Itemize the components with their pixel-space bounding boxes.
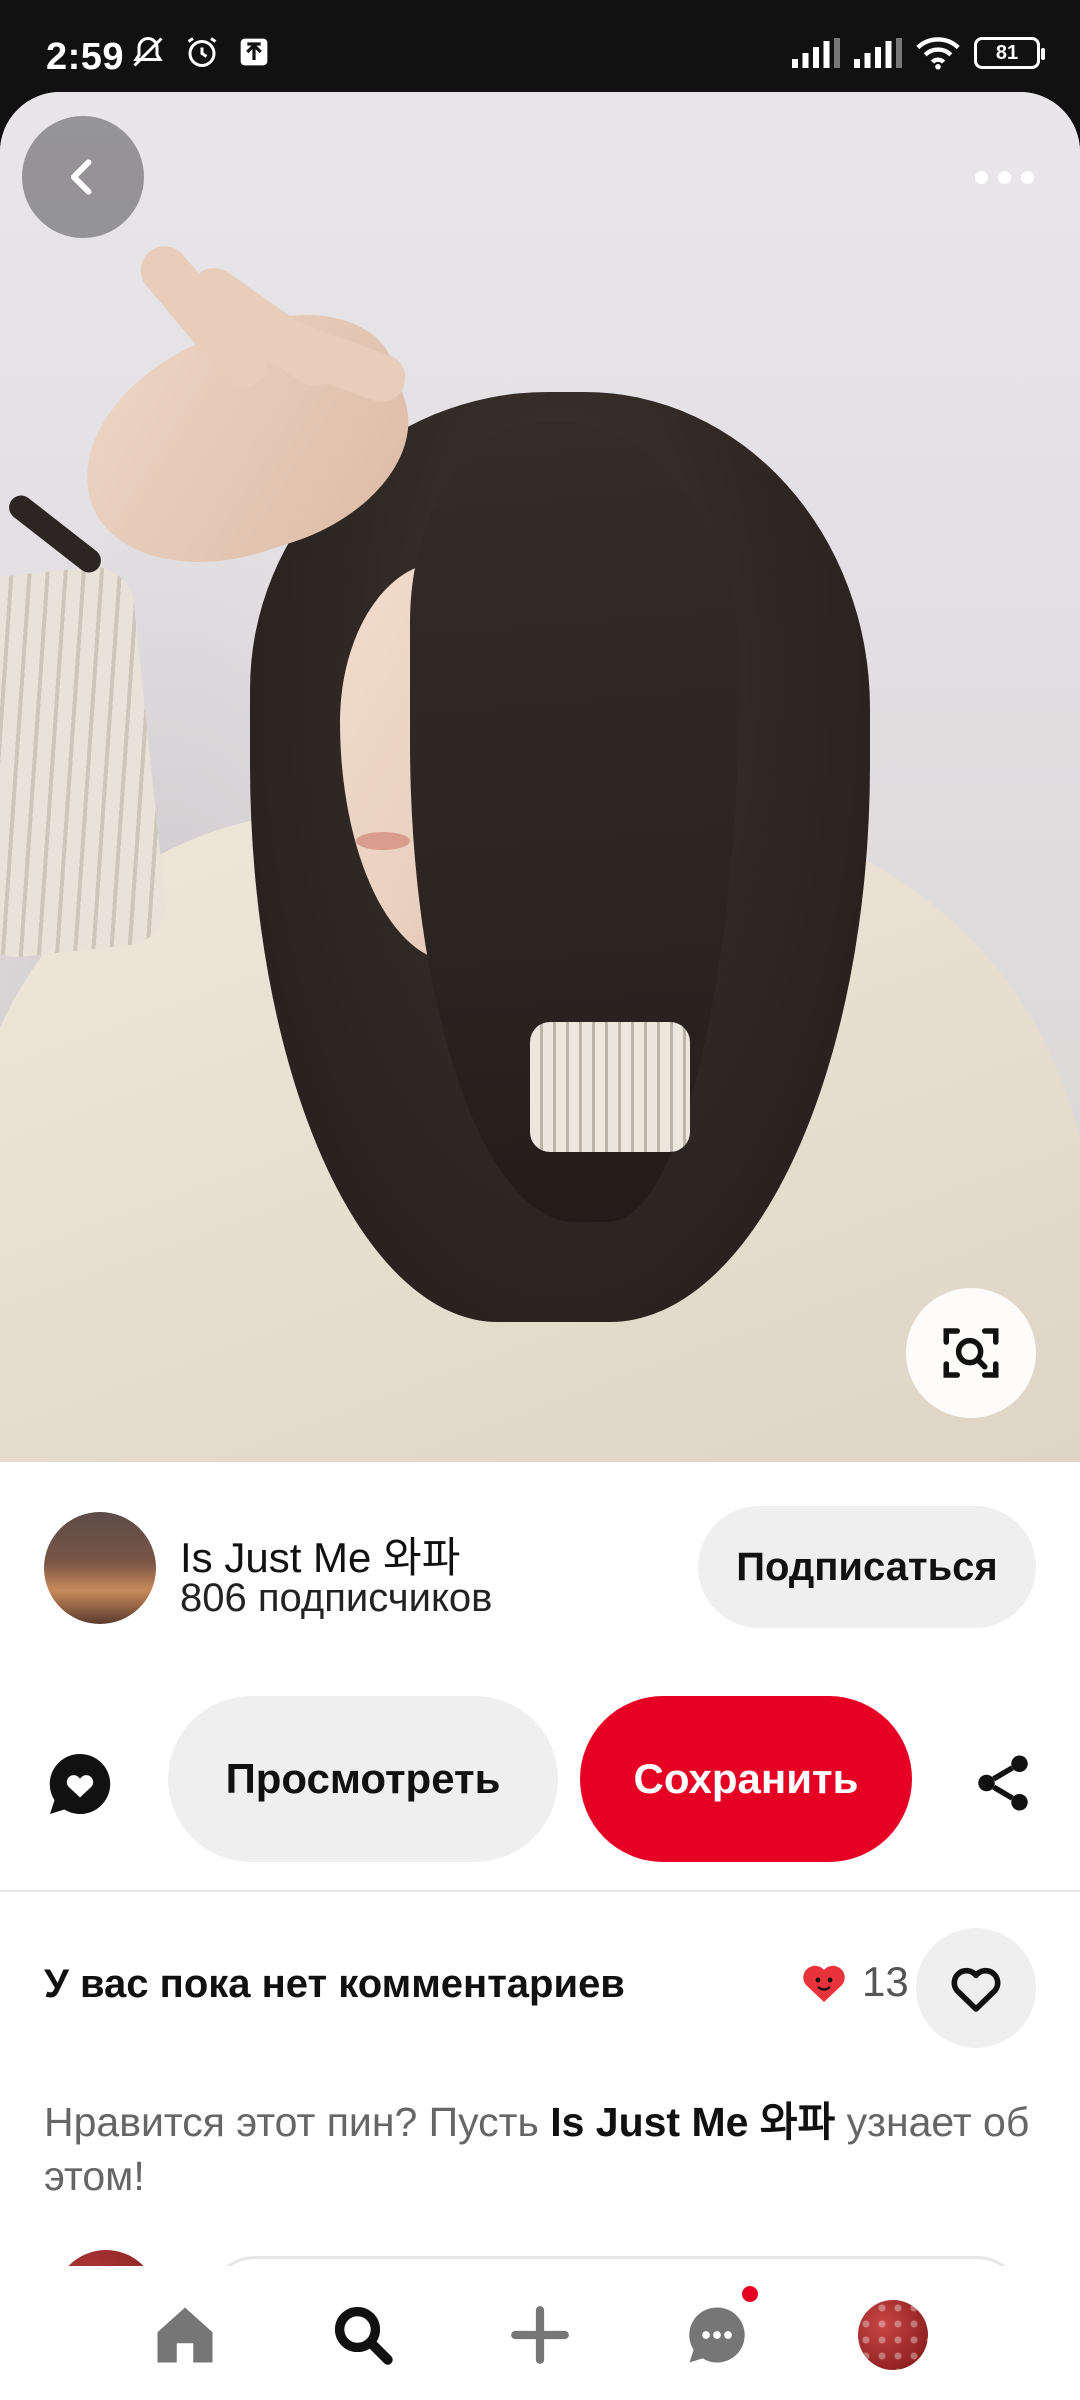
signal-icon: [854, 38, 902, 68]
status-time: 2:59: [46, 36, 125, 78]
prompt-creator-name[interactable]: Is Just Me 와파: [550, 2099, 835, 2145]
visual-search-button[interactable]: [906, 1288, 1036, 1418]
image-lips: [356, 832, 410, 850]
back-arrow-icon: [70, 159, 92, 195]
nav-profile[interactable]: [858, 2300, 928, 2370]
divider: [0, 1890, 1080, 1892]
battery-level: 81: [995, 41, 1019, 64]
creator-avatar[interactable]: [44, 1512, 156, 1624]
visual-search-icon: [943, 1328, 999, 1378]
heart-eyes-icon: [803, 1965, 845, 2002]
profile-avatar: [858, 2300, 928, 2370]
nav-search[interactable]: [328, 2300, 398, 2370]
comment-heart-icon[interactable]: [44, 1748, 116, 1820]
home-icon: [157, 2307, 213, 2363]
more-dots-icon: [997, 170, 1011, 184]
more-dots-icon: [1020, 170, 1034, 184]
pin-detail-sheet: Is Just Me 와파 806 подписчиков Подписатьс…: [0, 92, 1080, 2400]
back-button[interactable]: [22, 116, 144, 238]
notification-dot: [742, 2286, 758, 2302]
messages-icon: [689, 2307, 745, 2363]
share-icon[interactable]: [970, 1750, 1036, 1816]
status-icons-right: 81: [792, 36, 1045, 70]
muted-bell-icon: [133, 36, 163, 67]
heart-outline-icon: [951, 1967, 1001, 2012]
upload-icon: [240, 38, 268, 66]
creator-followers: 806 подписчиков: [180, 1576, 493, 1620]
reactions[interactable]: 13: [800, 1958, 909, 2006]
comments-title: У вас пока нет комментариев: [44, 1962, 625, 2006]
create-plus-icon: [511, 2306, 569, 2364]
action-row: Просмотреть Сохранить: [0, 1696, 1080, 1866]
more-options-button[interactable]: [964, 152, 1044, 202]
reaction-count: 13: [862, 1958, 909, 2005]
nav-home[interactable]: [150, 2300, 220, 2370]
alarm-icon: [187, 37, 217, 67]
follow-button[interactable]: Подписаться: [698, 1506, 1036, 1628]
battery-icon: 81: [974, 37, 1045, 69]
image-collar: [530, 1022, 690, 1152]
creator-row: Is Just Me 와파 806 подписчиков Подписатьс…: [0, 1464, 1080, 1634]
more-dots-icon: [974, 170, 988, 184]
nav-messages[interactable]: [682, 2286, 758, 2370]
bottom-nav: [0, 2266, 1080, 2400]
search-icon: [334, 2306, 393, 2365]
pin-image[interactable]: [0, 92, 1080, 1462]
view-button[interactable]: Просмотреть: [168, 1696, 558, 1862]
wifi-icon: [916, 37, 960, 70]
save-button[interactable]: Сохранить: [580, 1696, 912, 1862]
prompt-prefix: Нравится этот пин? Пусть: [44, 2099, 551, 2145]
signal-icon: [792, 38, 840, 68]
like-button[interactable]: [916, 1928, 1036, 2048]
status-icons-left: [130, 34, 270, 70]
nav-create[interactable]: [505, 2300, 575, 2370]
comments-prompt: Нравится этот пин? Пусть Is Just Me 와파 у…: [44, 2095, 1044, 2203]
